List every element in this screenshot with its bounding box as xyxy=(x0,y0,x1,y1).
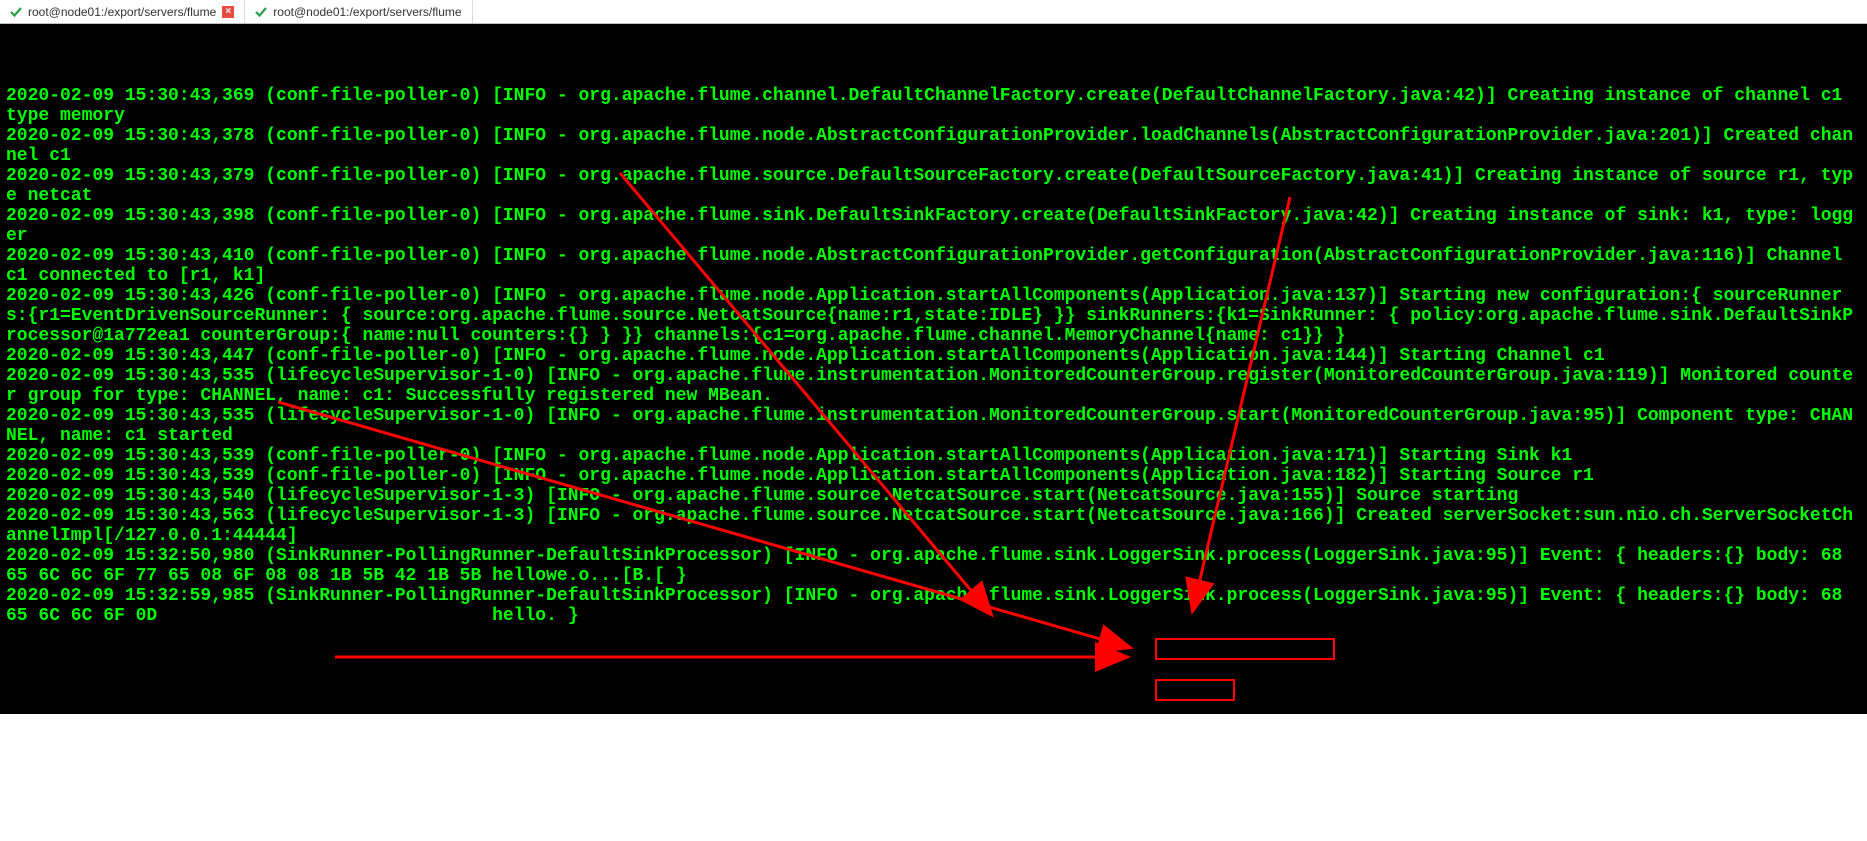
log-line: 2020-02-09 15:30:43,563 (lifecycleSuperv… xyxy=(6,506,1861,546)
log-line: 2020-02-09 15:30:43,539 (conf-file-polle… xyxy=(6,466,1861,486)
terminal-output[interactable]: 2020-02-09 15:30:43,369 (conf-file-polle… xyxy=(0,24,1867,714)
annotation-highlight-box xyxy=(1155,638,1335,660)
log-line: 2020-02-09 15:30:43,535 (lifecycleSuperv… xyxy=(6,406,1861,446)
log-line: 2020-02-09 15:30:43,369 (conf-file-polle… xyxy=(6,86,1861,126)
log-line: 2020-02-09 15:32:50,980 (SinkRunner-Poll… xyxy=(6,546,1861,586)
log-line: 2020-02-09 15:30:43,447 (conf-file-polle… xyxy=(6,346,1861,366)
log-line: 2020-02-09 15:30:43,398 (conf-file-polle… xyxy=(6,206,1861,246)
annotation-highlight-box xyxy=(1155,679,1235,701)
tab-label: root@node01:/export/servers/flume xyxy=(273,6,461,18)
log-line: 2020-02-09 15:30:43,539 (conf-file-polle… xyxy=(6,446,1861,466)
log-line: 2020-02-09 15:30:43,426 (conf-file-polle… xyxy=(6,286,1861,346)
log-line: 2020-02-09 15:30:43,410 (conf-file-polle… xyxy=(6,246,1861,286)
tab-label: root@node01:/export/servers/flume xyxy=(28,6,216,18)
log-line: 2020-02-09 15:30:43,535 (lifecycleSuperv… xyxy=(6,366,1861,406)
app-frame: root@node01:/export/servers/flume × root… xyxy=(0,0,1867,714)
terminal-tabbar: root@node01:/export/servers/flume × root… xyxy=(0,0,1867,24)
terminal-tab-2[interactable]: root@node01:/export/servers/flume xyxy=(245,0,472,23)
log-line: 2020-02-09 15:32:59,985 (SinkRunner-Poll… xyxy=(6,586,1861,626)
log-line: 2020-02-09 15:30:43,379 (conf-file-polle… xyxy=(6,166,1861,206)
close-icon[interactable]: × xyxy=(222,6,234,18)
check-icon xyxy=(255,6,267,18)
check-icon xyxy=(10,6,22,18)
log-line: 2020-02-09 15:30:43,540 (lifecycleSuperv… xyxy=(6,486,1861,506)
terminal-tab-1[interactable]: root@node01:/export/servers/flume × xyxy=(0,0,245,23)
log-line: 2020-02-09 15:30:43,378 (conf-file-polle… xyxy=(6,126,1861,166)
